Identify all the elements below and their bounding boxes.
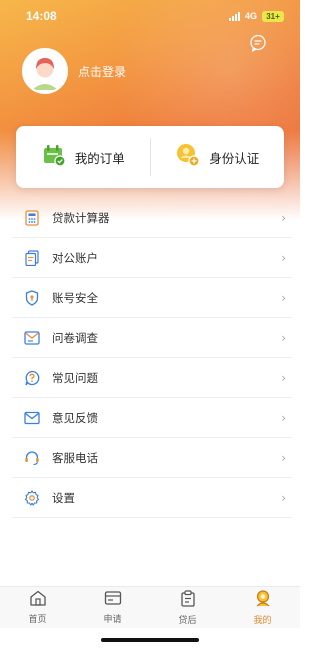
menu-label: 贷款计算器 <box>52 210 110 225</box>
settings-menu: 贷款计算器 › 对公账户 › 账号安全 › 问卷调查 › 常见问题 › 意见反馈… <box>12 198 292 518</box>
menu-item-account-security[interactable]: 账号安全 › <box>12 278 292 318</box>
status-indicators: 4G 31+ <box>228 10 284 22</box>
orders-icon <box>41 142 67 172</box>
profile-section[interactable]: 点击登录 <box>22 48 126 94</box>
avatar[interactable] <box>22 48 68 94</box>
tab-label: 申请 <box>103 615 122 625</box>
bottom-tab-bar: 首页 申请 贷后 我的 <box>0 586 300 628</box>
chevron-right-icon: › <box>281 370 286 385</box>
menu-label: 账号安全 <box>52 290 98 305</box>
menu-item-settings[interactable]: 设置 › <box>12 478 292 518</box>
status-bar: 14:08 4G 31+ <box>0 0 300 32</box>
chevron-right-icon: › <box>281 250 286 265</box>
clipboard-icon <box>180 589 196 611</box>
tab-apply[interactable]: 申请 <box>75 587 150 628</box>
menu-label: 意见反馈 <box>52 410 98 425</box>
menu-item-survey[interactable]: 问卷调查 › <box>12 318 292 358</box>
identity-auth-button[interactable]: 身份认证 <box>151 126 285 188</box>
apply-icon <box>104 590 122 610</box>
tab-post-loan[interactable]: 贷后 <box>150 587 225 628</box>
message-icon[interactable] <box>249 34 267 52</box>
tab-label: 我的 <box>253 615 272 626</box>
menu-label: 客服电话 <box>52 450 98 465</box>
shield-icon <box>24 289 40 306</box>
menu-label: 对公账户 <box>52 250 98 265</box>
tab-home[interactable]: 首页 <box>0 587 75 628</box>
gear-icon <box>24 489 40 506</box>
menu-label: 问卷调查 <box>52 330 98 345</box>
calculator-icon <box>24 209 40 226</box>
survey-icon <box>24 330 40 346</box>
home-indicator <box>101 638 199 642</box>
menu-item-customer-service[interactable]: 客服电话 › <box>12 438 292 478</box>
network-type: 4G <box>244 11 257 21</box>
menu-item-feedback[interactable]: 意见反馈 › <box>12 398 292 438</box>
chevron-right-icon: › <box>281 210 286 225</box>
menu-item-loan-calculator[interactable]: 贷款计算器 › <box>12 198 292 238</box>
identity-icon <box>175 142 201 172</box>
mail-icon <box>24 410 40 426</box>
home-icon <box>29 590 47 610</box>
identity-auth-label: 身份认证 <box>209 150 260 166</box>
my-orders-button[interactable]: 我的订单 <box>16 126 150 188</box>
headset-icon <box>24 450 40 466</box>
my-orders-label: 我的订单 <box>74 150 125 166</box>
menu-label: 常见问题 <box>52 370 98 385</box>
profile-icon <box>254 589 272 611</box>
menu-item-faq[interactable]: 常见问题 › <box>12 358 292 398</box>
signal-icon <box>228 11 240 21</box>
chevron-right-icon: › <box>281 450 286 465</box>
status-time: 14:08 <box>26 9 57 23</box>
chevron-right-icon: › <box>281 410 286 425</box>
menu-item-corporate-account[interactable]: 对公账户 › <box>12 238 292 278</box>
quick-actions-card: 我的订单 身份认证 <box>16 126 284 188</box>
question-icon <box>24 370 40 386</box>
login-prompt[interactable]: 点击登录 <box>78 63 126 80</box>
chevron-right-icon: › <box>281 490 286 505</box>
chevron-right-icon: › <box>281 330 286 345</box>
tab-label: 贷后 <box>178 615 197 626</box>
tab-label: 首页 <box>28 615 47 625</box>
tab-mine[interactable]: 我的 <box>225 587 300 628</box>
account-icon <box>24 249 40 266</box>
menu-label: 设置 <box>52 490 75 505</box>
battery-indicator: 31+ <box>262 10 284 22</box>
chevron-right-icon: › <box>281 290 286 305</box>
